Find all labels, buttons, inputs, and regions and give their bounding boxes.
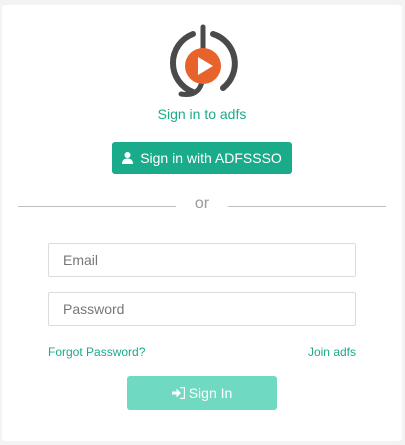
sign-in-icon bbox=[171, 387, 185, 399]
divider-line-right bbox=[228, 206, 386, 207]
login-card: Sign in to adfs Sign in with ADFSSSO or … bbox=[2, 5, 402, 441]
or-divider: or bbox=[18, 195, 386, 215]
signin-button-label: Sign In bbox=[188, 385, 233, 401]
forgot-password-link[interactable]: Forgot Password? bbox=[48, 345, 145, 359]
email-field[interactable] bbox=[48, 243, 356, 277]
user-icon bbox=[122, 152, 134, 164]
divider-text: or bbox=[194, 195, 210, 212]
play-logo-icon bbox=[170, 24, 238, 98]
divider-line-left bbox=[18, 206, 176, 207]
signin-title: Sign in to adfs bbox=[157, 106, 247, 122]
join-link[interactable]: Join adfs bbox=[308, 345, 356, 359]
sso-signin-button[interactable]: Sign in with ADFSSSO bbox=[112, 142, 292, 174]
sso-button-label: Sign in with ADFSSSO bbox=[140, 150, 282, 166]
signin-button[interactable]: Sign In bbox=[127, 376, 277, 410]
password-field[interactable] bbox=[48, 292, 356, 326]
